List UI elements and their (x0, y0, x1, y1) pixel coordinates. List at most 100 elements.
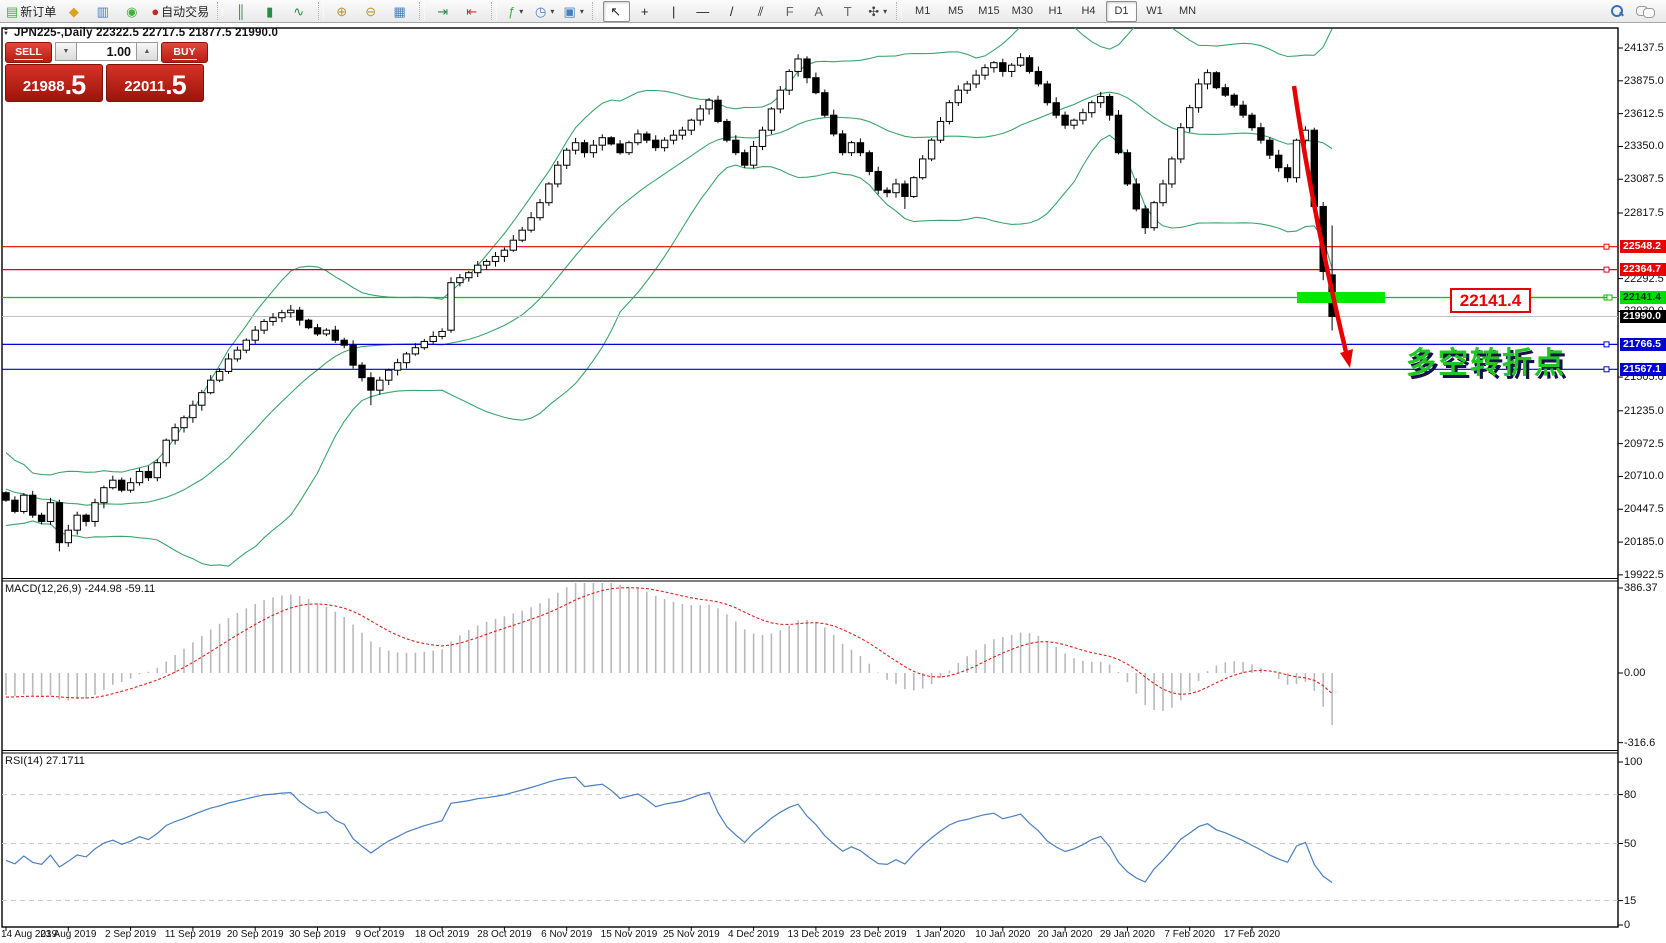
candle (750, 146, 756, 165)
candle (866, 153, 872, 172)
bar-chart-icon[interactable]: ║ (228, 1, 255, 22)
line-chart-icon[interactable]: ∿ (286, 1, 313, 22)
search-icon[interactable] (1610, 4, 1624, 18)
tf-m15[interactable]: M15 (973, 1, 1004, 22)
candle (1258, 128, 1264, 141)
tf-m30[interactable]: M30 (1007, 1, 1038, 22)
buy-button[interactable]: BUY (161, 42, 208, 63)
tf-h1[interactable]: H1 (1040, 1, 1071, 22)
candlestick-chart-icon[interactable]: ▮ (257, 1, 284, 22)
candle (65, 530, 71, 543)
tf-d1[interactable]: D1 (1106, 1, 1137, 22)
market-watch-icon[interactable]: ▥ (90, 1, 117, 22)
candle (1284, 168, 1290, 178)
auto-scroll-icon[interactable]: ⇥ (430, 1, 457, 22)
buy-price-panel[interactable]: 22011.5 (106, 64, 204, 102)
tf-m5[interactable]: M5 (940, 1, 971, 22)
rsi-indicator-label: RSI(14) 27.1711 (5, 755, 85, 767)
horizontal-line-icon[interactable]: — (690, 1, 717, 22)
candle (510, 240, 516, 250)
candle (297, 310, 303, 320)
news-icon: ◉ (126, 5, 137, 18)
candle (1106, 96, 1112, 115)
candle (777, 90, 783, 109)
candle (911, 178, 917, 197)
new-order-button[interactable]: ▤新订单 (3, 1, 59, 22)
candle (733, 140, 739, 153)
line-chart-icon: ∿ (293, 5, 304, 18)
cursor-icon[interactable]: ↖ (603, 1, 630, 22)
candle (1071, 120, 1077, 125)
turning-point-annotation[interactable]: 多空转折点 (1406, 338, 1566, 382)
candle (537, 203, 543, 218)
channel-icon[interactable]: ⫽ (748, 1, 775, 22)
candle (163, 440, 169, 463)
metaeditor-icon: ◆ (69, 5, 79, 18)
zoom-out-icon[interactable]: ⊖ (358, 1, 385, 22)
toolbar-separator (592, 2, 598, 20)
candle (270, 318, 276, 322)
label-icon[interactable]: T (835, 1, 862, 22)
line-handle[interactable] (1604, 267, 1609, 272)
green-highlight-zone[interactable] (1297, 292, 1385, 303)
trendline-icon[interactable]: / (719, 1, 746, 22)
oneclick-collapse-toggle[interactable]: ▲▼ (3, 27, 12, 37)
vertical-line-icon[interactable]: | (661, 1, 688, 22)
shapes-icon[interactable]: ✣▾ (864, 1, 891, 22)
bar-chart-icon: ║ (236, 5, 245, 18)
price-chip-bid: 21990.0 (1620, 310, 1666, 323)
text-icon[interactable]: A (806, 1, 833, 22)
volume-decrease-button[interactable]: ▼ (55, 42, 77, 61)
tf-h4[interactable]: H4 (1073, 1, 1104, 22)
candle (572, 143, 578, 151)
tf-w1[interactable]: W1 (1139, 1, 1170, 22)
fibonacci-icon[interactable]: F (777, 1, 804, 22)
horizontal-price-lines[interactable] (2, 244, 1618, 372)
price-chip-resistance: 22364.7 (1620, 263, 1666, 276)
candle (172, 428, 178, 441)
candle (831, 115, 837, 134)
toolbar-separator (318, 2, 324, 20)
metaeditor-icon[interactable]: ◆ (61, 1, 88, 22)
chat-icon[interactable] (1636, 5, 1654, 18)
candle (136, 471, 142, 482)
candle (644, 134, 650, 140)
trend-arrow-head[interactable] (1340, 349, 1353, 368)
candle (83, 515, 89, 521)
candle (439, 331, 445, 336)
candle (982, 68, 988, 76)
chart-shift-icon[interactable]: ⇤ (459, 1, 486, 22)
candle (920, 159, 926, 178)
line-handle[interactable] (1604, 342, 1609, 347)
tile-windows-icon[interactable]: ▦ (387, 1, 414, 22)
tf-m1[interactable]: M1 (907, 1, 938, 22)
news-icon[interactable]: ◉ (119, 1, 146, 22)
candle (279, 313, 285, 318)
line-handle[interactable] (1604, 367, 1609, 372)
indicators-icon: ƒ (508, 5, 515, 18)
sell-price-panel[interactable]: 21988.5 (5, 64, 103, 102)
indicators-icon[interactable]: ƒ▾ (502, 1, 529, 22)
candle (1000, 63, 1006, 72)
candle (1062, 115, 1068, 125)
candle (1053, 103, 1059, 116)
templates-icon[interactable]: ▣▾ (560, 1, 587, 22)
auto-scroll-icon: ⇥ (437, 5, 448, 18)
sell-button[interactable]: SELL (5, 42, 52, 63)
price-callout-box[interactable]: 22141.4 (1450, 288, 1531, 313)
candle (973, 75, 979, 84)
candle (181, 418, 187, 428)
crosshair-icon[interactable]: + (632, 1, 659, 22)
volume-input[interactable]: 1.00 (77, 42, 136, 61)
periods-icon[interactable]: ◷▾ (531, 1, 558, 22)
candle (519, 230, 525, 240)
price-chart[interactable] (0, 0, 1666, 943)
candle (1115, 115, 1121, 153)
tf-mn[interactable]: MN (1172, 1, 1203, 22)
zoom-in-icon[interactable]: ⊕ (329, 1, 356, 22)
autotrading-button[interactable]: ●自动交易 (148, 1, 212, 22)
volume-increase-button[interactable]: ▲ (136, 42, 158, 61)
candle (742, 153, 748, 166)
line-handle[interactable] (1604, 244, 1609, 249)
candle (1169, 159, 1175, 184)
